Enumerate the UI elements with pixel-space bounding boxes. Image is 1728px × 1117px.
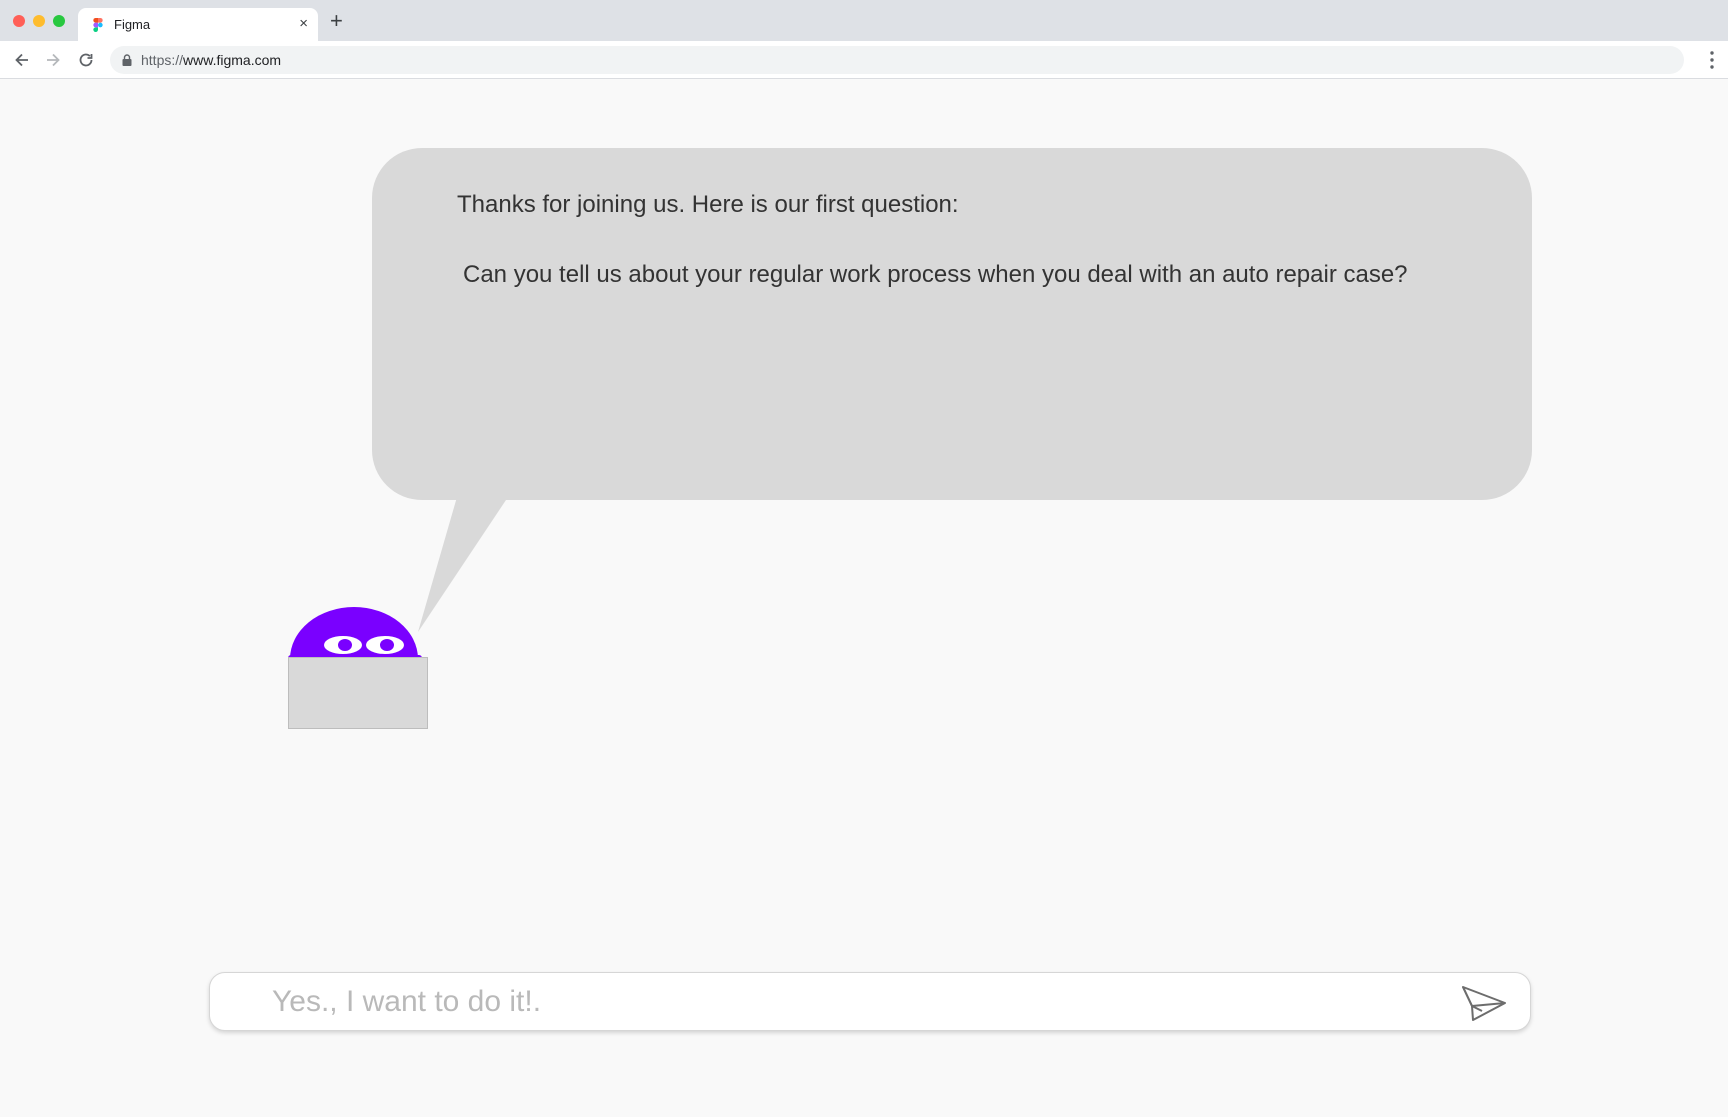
avatar-laptop (288, 657, 428, 729)
tab-close-icon[interactable]: × (299, 15, 308, 33)
reload-icon[interactable] (76, 50, 96, 70)
kebab-menu-icon[interactable] (1710, 51, 1714, 69)
paper-plane-icon[interactable] (1462, 984, 1506, 1022)
window-zoom-button[interactable] (53, 15, 65, 27)
url-scheme: https:// (141, 52, 184, 68)
arrow-right-icon[interactable] (43, 50, 63, 70)
page-content: Thanks for joining us. Here is our first… (0, 79, 1728, 1117)
browser-toolbar: https://www.figma.com (0, 41, 1728, 79)
address-bar[interactable]: https://www.figma.com (110, 46, 1684, 74)
browser-tab-bar: Figma × + (0, 0, 1728, 41)
avatar-head (288, 607, 422, 661)
browser-tab[interactable]: Figma × (78, 8, 318, 41)
tab-title: Figma (114, 17, 151, 32)
purple-bot-avatar-icon (286, 605, 430, 733)
figma-logo-icon (93, 18, 103, 32)
chat-intro-text: Thanks for joining us. Here is our first… (457, 191, 959, 218)
url-host: www.figma.com (183, 52, 282, 68)
arrow-left-icon[interactable] (12, 50, 32, 70)
chat-input[interactable] (270, 979, 1440, 1025)
new-tab-button[interactable]: + (330, 10, 343, 32)
lock-icon (122, 54, 132, 66)
chat-input-bar (209, 972, 1531, 1031)
url-text: https://www.figma.com (141, 52, 281, 68)
chat-question-text: Can you tell us about your regular work … (463, 261, 1408, 288)
window-minimize-button[interactable] (33, 15, 45, 27)
window-close-button[interactable] (13, 15, 25, 27)
speech-bubble: Thanks for joining us. Here is our first… (372, 148, 1532, 500)
